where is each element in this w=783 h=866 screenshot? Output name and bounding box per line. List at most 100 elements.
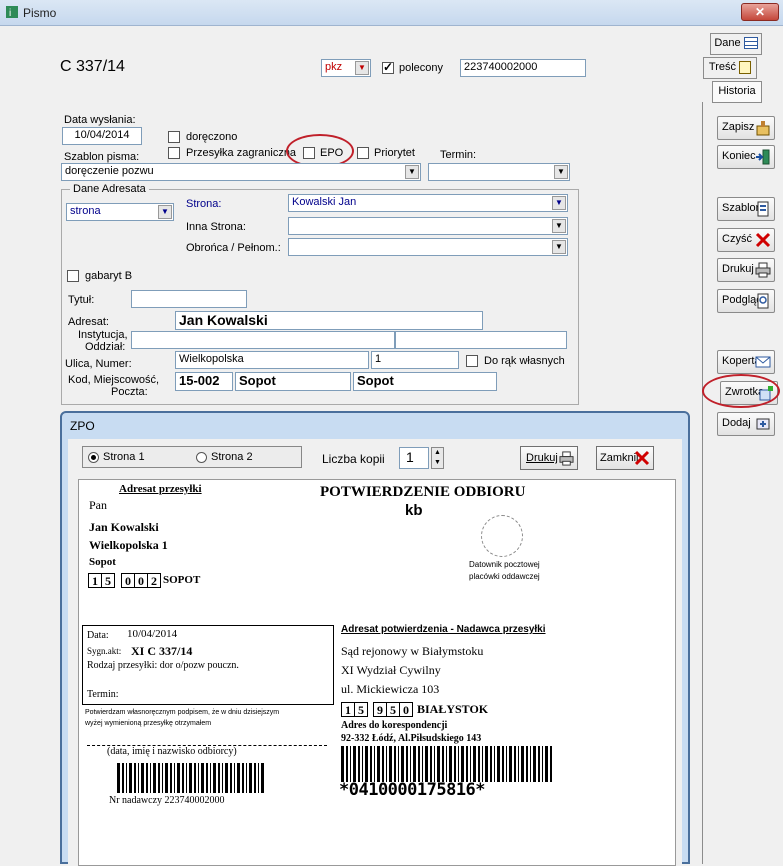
postal-digit-box: 5 [354, 702, 368, 717]
clear-x-icon [755, 232, 771, 248]
koresp-value: 92-332 Łódź, Al.Piłsudskiego 143 [341, 733, 482, 744]
zpo-dialog: ZPO Strona 1 Strona 2 Liczba kopii 1 ▲ ▼ … [60, 411, 690, 866]
postmark-circle [481, 515, 523, 557]
nadawca-header: Adresat potwierdzenia - Nadawca przesyłk… [341, 624, 546, 635]
tab-historia-label: Historia [718, 85, 756, 97]
postal-digit-box: 9 [373, 702, 387, 717]
szablon-button[interactable]: Szablon [717, 197, 775, 221]
radio-strona2[interactable] [196, 452, 207, 463]
sygn-label: Sygn.akt: [87, 646, 122, 656]
addressee-name: Jan Kowalski [89, 520, 159, 534]
ulica-field[interactable]: Wielkopolska [175, 351, 369, 369]
do-rak-label: Do rąk własnych [484, 355, 565, 367]
dialog-drukuj-label: Drukuj [526, 452, 558, 464]
tab-dane[interactable]: Dane [710, 33, 762, 55]
data-label: Data: [87, 630, 109, 641]
polecony-checkbox[interactable] [382, 60, 394, 74]
czysc-label: Czyść [722, 233, 752, 245]
nadawczy-number: Nr nadawczy 223740002000 [109, 795, 225, 806]
ulica-label: Ulica, Numer: [65, 358, 132, 370]
signature-caption: (data, imię i nazwisko odbiorcy) [107, 746, 237, 757]
instytucja-field[interactable] [131, 331, 395, 349]
dodaj-button[interactable]: Dodaj [717, 412, 775, 436]
koniec-label: Koniec [722, 150, 756, 162]
chevron-down-icon: ▼ [552, 219, 566, 233]
oddzial-field[interactable] [395, 331, 567, 349]
kopie-spinner[interactable]: ▲ ▼ [431, 447, 444, 469]
addressee-group-label: Dane Adresata [70, 183, 149, 195]
koniec-button[interactable]: Koniec [717, 145, 775, 169]
dialog-drukuj-button[interactable]: Drukuj [520, 446, 578, 470]
addressee-type-select[interactable]: strona ▼ [66, 203, 174, 221]
svg-text:i: i [9, 8, 11, 19]
chevron-down-icon: ▼ [355, 61, 369, 75]
podglad-button[interactable]: Podgląd [717, 289, 775, 313]
radio-strona1-label: Strona 1 [103, 451, 145, 463]
poczta-field[interactable]: Sopot [353, 372, 497, 391]
tab-historia[interactable]: Historia [712, 81, 762, 103]
drukuj-button[interactable]: Drukuj [717, 258, 775, 282]
gabaryt-checkbox[interactable] [67, 270, 79, 282]
barcode-left-icon [117, 763, 264, 793]
add-icon [756, 418, 770, 430]
radio-strona1[interactable] [88, 452, 99, 463]
dialog-zamknij-button[interactable]: Zamknij [596, 446, 654, 470]
window-title: Pismo [23, 6, 57, 20]
chevron-down-icon: ▼ [158, 205, 172, 219]
addressee-pan: Pan [89, 498, 107, 512]
szablon-select[interactable]: doręczenie pozwu ▼ [61, 163, 421, 181]
priorytet-checkbox[interactable] [357, 147, 369, 159]
kopie-field[interactable]: 1 [399, 447, 429, 469]
court-line2: XI Wydział Cywilny [341, 663, 441, 677]
zagraniczna-checkbox[interactable] [168, 147, 180, 159]
termin-select[interactable]: ▼ [428, 163, 570, 181]
court-city: BIAŁYSTOK [417, 702, 489, 716]
barcode-right-icon [341, 746, 552, 782]
inna-strona-select[interactable]: ▼ [288, 217, 568, 235]
miejscowosc-field[interactable]: Sopot [235, 372, 351, 391]
postal-digit-box: 1 [88, 573, 102, 588]
numer-field[interactable]: 1 [371, 351, 459, 369]
kod-field[interactable]: 15-002 [175, 372, 233, 391]
envelope-icon [755, 356, 771, 368]
confirm-text2: wyżej wymienioną przesyłkę otrzymałem [85, 720, 212, 727]
dialog-title: ZPO [70, 419, 95, 433]
postal-digit-box: 0 [121, 573, 135, 588]
strona-select[interactable]: Kowalski Jan ▼ [288, 194, 568, 212]
exit-icon [756, 149, 770, 165]
stamp-text2: placówki oddawczej [469, 572, 540, 581]
zapisz-button[interactable]: Zapisz [717, 116, 775, 140]
close-button[interactable]: ✕ [741, 3, 779, 21]
pkz-select[interactable]: pkz ▼ [321, 59, 371, 77]
termin-label: Termin: [440, 149, 477, 161]
czysc-button[interactable]: Czyść [717, 228, 775, 252]
addressee-street: Wielkopolska 1 [89, 538, 168, 552]
koperta-button[interactable]: Koperta [717, 350, 775, 374]
zpo-heading: POTWIERDZENIE ODBIORU [320, 484, 526, 500]
date-field[interactable]: 10/04/2014 [62, 127, 142, 145]
szablon-label: Szablon pisma: [64, 151, 140, 163]
instytucja-label: Instytucja, [78, 329, 128, 341]
priorytet-label: Priorytet [374, 147, 415, 159]
chevron-down-icon: ▼ [552, 240, 566, 254]
data-value: 10/04/2014 [127, 628, 178, 640]
kod-label: Kod, Miejscowość, [68, 374, 160, 386]
do-rak-checkbox[interactable] [466, 355, 478, 367]
doreczono-checkbox[interactable] [168, 131, 180, 143]
addressee-type-value: strona [70, 205, 101, 217]
stamp-text1: Datownik pocztowej [469, 560, 540, 569]
preview-icon [757, 293, 769, 309]
tab-dane-label: Dane [714, 37, 741, 49]
chevron-down-icon: ▼ [552, 196, 566, 210]
oddzial-label: Oddział: [85, 341, 126, 353]
dodaj-label: Dodaj [722, 417, 751, 429]
save-hand-icon [756, 121, 770, 136]
rodzaj-text: Rodzaj przesyłki: dor o/pozw pouczn. [87, 660, 239, 671]
tab-tresc[interactable]: Treść [703, 57, 757, 79]
tracking-number-field[interactable]: 223740002000 [460, 59, 586, 77]
tytul-field[interactable] [131, 290, 247, 308]
adresat-field[interactable]: Jan Kowalski [175, 311, 483, 330]
obronca-select[interactable]: ▼ [288, 238, 568, 256]
case-number: C 337/14 [60, 58, 125, 75]
termin-text: Termin: [87, 689, 119, 700]
